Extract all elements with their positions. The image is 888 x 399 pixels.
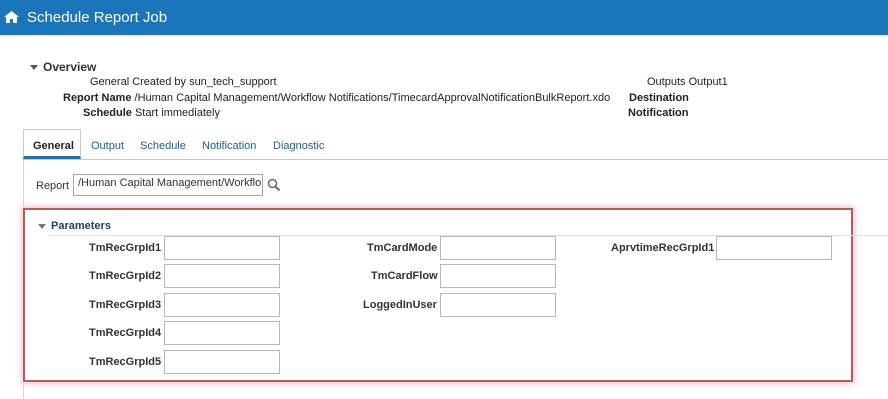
param-label-tmrecgrpid5: TmRecGrpId5 [89, 356, 162, 368]
destination-label: Destination [629, 92, 689, 104]
page-header: Schedule Report Job [0, 0, 888, 35]
search-icon[interactable] [267, 178, 281, 195]
report-input[interactable]: /Human Capital Management/Workflo [73, 174, 263, 196]
param-input-tmcardmode[interactable] [440, 236, 556, 260]
tab-notification[interactable]: Notification [202, 140, 256, 152]
param-label-tmcardflow: TmCardFlow [371, 270, 438, 282]
general-value: Created by sun_tech_support [132, 76, 277, 88]
param-label-tmrecgrpid1: TmRecGrpId1 [89, 242, 162, 254]
param-label-tmrecgrpid2: TmRecGrpId2 [89, 270, 162, 282]
parameters-label: Parameters [51, 220, 111, 232]
tab-bar: General Output Schedule Notification Dia… [23, 130, 888, 159]
header-divider [0, 35, 888, 36]
notification-label: Notification [628, 107, 689, 119]
outputs-row: Outputs Output1 [647, 76, 728, 88]
param-input-tmrecgrpid4[interactable] [164, 321, 280, 345]
page-title: Schedule Report Job [27, 9, 168, 26]
schedule-label: Schedule [83, 107, 132, 119]
overview-toggle[interactable]: Overview [30, 60, 96, 74]
param-input-tmrecgrpid5[interactable] [164, 350, 280, 374]
tab-general[interactable]: General [33, 140, 74, 152]
param-input-tmrecgrpid2[interactable] [164, 264, 280, 288]
param-input-tmcardflow[interactable] [440, 264, 556, 288]
tabs-divider [23, 159, 888, 160]
param-input-aprvtimerecgrpid1[interactable] [716, 236, 832, 260]
param-input-tmrecgrpid3[interactable] [164, 293, 280, 317]
collapse-triangle-icon [38, 223, 46, 229]
general-label: General [90, 76, 130, 88]
collapse-triangle-icon [30, 65, 38, 71]
param-input-loggedinuser[interactable] [440, 293, 556, 317]
schedule-value: Start immediately [134, 107, 220, 119]
outputs-label: Outputs [647, 76, 686, 88]
general-row: General Created by sun_tech_support [90, 76, 277, 88]
report-name-row: Report Name /Human Capital Management/Wo… [63, 92, 610, 104]
overview-label: Overview [43, 60, 97, 74]
schedule-row: Schedule Start immediately [83, 107, 220, 119]
param-input-tmrecgrpid1[interactable] [164, 236, 280, 260]
param-label-loggedinuser: LoggedInUser [363, 299, 437, 311]
tab-diagnostic[interactable]: Diagnostic [273, 140, 324, 152]
parameters-toggle[interactable]: Parameters [38, 220, 111, 232]
destination-row: Destination [629, 92, 689, 104]
param-label-tmrecgrpid3: TmRecGrpId3 [89, 299, 162, 311]
report-name-label: Report Name [63, 92, 132, 104]
tab-schedule[interactable]: Schedule [140, 140, 186, 152]
param-label-tmrecgrpid4: TmRecGrpId4 [89, 327, 162, 339]
notification-row: Notification [628, 107, 689, 119]
param-label-tmcardmode: TmCardMode [367, 242, 438, 254]
outputs-value: Output1 [688, 76, 728, 88]
tab-output[interactable]: Output [91, 140, 124, 152]
param-label-aprvtimerecgrpid1: AprvtimeRecGrpId1 [611, 242, 715, 254]
home-icon[interactable] [4, 11, 19, 26]
report-label: Report [36, 180, 70, 192]
report-name-value: /Human Capital Management/Workflow Notif… [134, 92, 611, 104]
